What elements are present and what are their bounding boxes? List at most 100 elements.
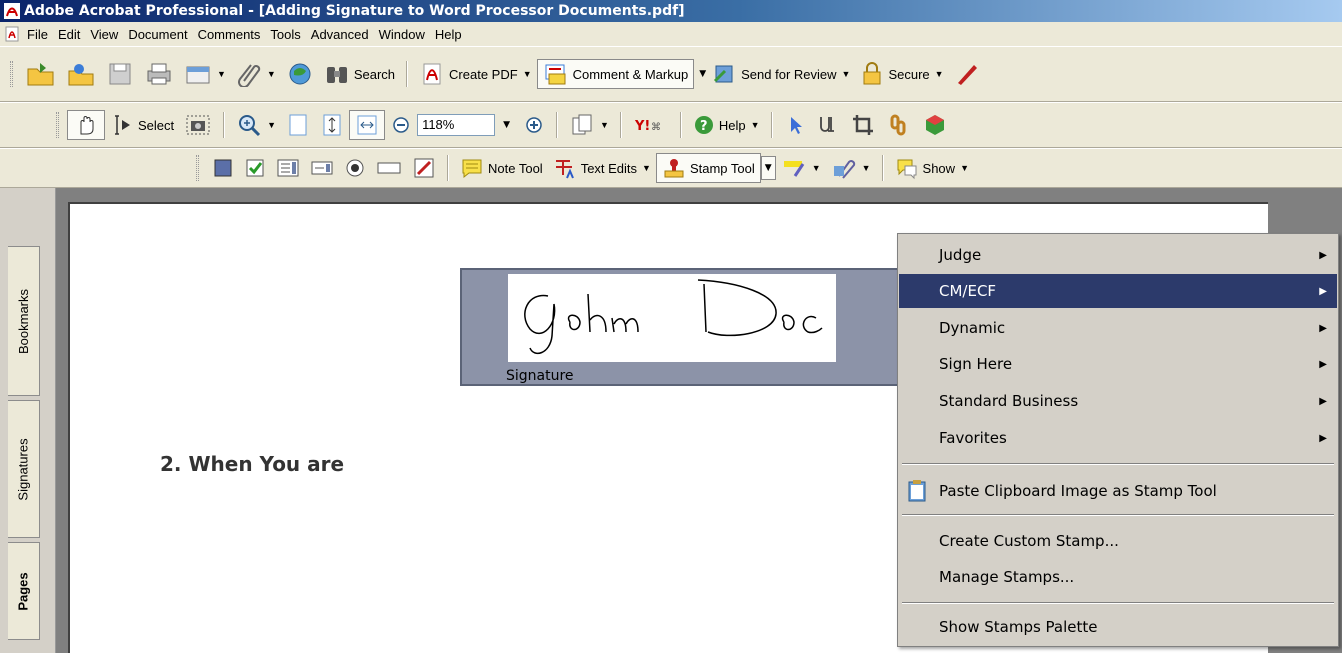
save-disk-icon	[109, 63, 131, 85]
pdf-document-icon[interactable]	[4, 26, 20, 42]
chevron-down-icon[interactable]: ▼	[812, 163, 821, 173]
menu-file[interactable]: File	[22, 25, 53, 44]
menu-help[interactable]: Help	[430, 25, 467, 44]
chevron-down-icon[interactable]: ▼	[217, 69, 226, 79]
note-tool-label: Note Tool	[488, 160, 543, 176]
menu-edit[interactable]: Edit	[53, 25, 85, 44]
link-tool-button[interactable]	[881, 110, 917, 140]
binoculars-icon	[326, 67, 347, 83]
attach-file-tool-button[interactable]: ▼	[826, 153, 876, 183]
touchup-tool-button[interactable]	[811, 110, 845, 140]
checkbox-field-tool[interactable]	[239, 153, 271, 183]
chevron-down-icon[interactable]: ▼	[751, 120, 760, 130]
menu-item-standard-business[interactable]: Standard Business ▶	[899, 384, 1337, 418]
menu-window[interactable]: Window	[374, 25, 430, 44]
search-button[interactable]: Search	[319, 59, 400, 89]
organizer-icon	[68, 64, 94, 86]
chevron-down-icon[interactable]: ▼	[960, 163, 969, 173]
open-folder-icon	[27, 63, 54, 86]
tab-bookmarks[interactable]: Bookmarks	[8, 246, 40, 396]
actual-size-button[interactable]	[281, 110, 315, 140]
chevron-down-icon[interactable]: ▼	[267, 69, 276, 79]
button-field-tool[interactable]	[207, 153, 239, 183]
email-organizer-button[interactable]: ▼	[179, 59, 231, 89]
radio-field-tool[interactable]	[339, 153, 371, 183]
object-tool-button[interactable]	[917, 110, 953, 140]
note-tool-button[interactable]: Note Tool	[455, 153, 548, 183]
submenu-arrow-icon: ▶	[1319, 249, 1327, 261]
sign-button[interactable]	[949, 59, 985, 89]
chevron-down-icon[interactable]: ▼	[699, 69, 706, 79]
menu-item-favorites[interactable]: Favorites ▶	[899, 421, 1337, 455]
menu-item-cmecf[interactable]: CM/ECF ▶	[899, 274, 1337, 308]
chevron-down-icon[interactable]: ▼	[600, 120, 609, 130]
listbox-field-tool[interactable]	[305, 153, 339, 183]
select-tool-button[interactable]: Select	[105, 110, 179, 140]
signature-image	[508, 274, 836, 362]
fit-width-button[interactable]	[349, 110, 386, 140]
save-button[interactable]	[101, 59, 139, 89]
plus-circle-icon	[526, 117, 542, 133]
menu-item-manage-stamps[interactable]: Manage Stamps...	[899, 560, 1337, 594]
secure-button[interactable]: Secure ▼	[855, 59, 948, 89]
toolbar-grip[interactable]	[10, 61, 13, 87]
stamp-dropdown-icon[interactable]: ▼	[760, 156, 776, 180]
create-pdf-label: Create PDF	[449, 66, 518, 82]
comment-markup-button[interactable]: Comment & Markup	[536, 59, 695, 89]
chevron-down-icon[interactable]: ▼	[862, 163, 871, 173]
zoom-dropdown-icon[interactable]: ▼	[503, 120, 510, 130]
menu-view[interactable]: View	[85, 25, 123, 44]
snapshot-button[interactable]	[179, 110, 217, 140]
combobox-field-tool[interactable]	[271, 153, 305, 183]
menu-tools[interactable]: Tools	[265, 25, 305, 44]
chevron-down-icon[interactable]: ▼	[642, 163, 651, 173]
menu-comments[interactable]: Comments	[193, 25, 266, 44]
text-edits-button[interactable]: Text Edits ▼	[548, 153, 656, 183]
hand-tool-button[interactable]	[67, 110, 105, 140]
camera-icon	[186, 115, 210, 135]
highlight-tool-button[interactable]: ▼	[776, 153, 826, 183]
menu-item-paste-clipboard[interactable]: Paste Clipboard Image as Stamp Tool	[899, 474, 1337, 508]
print-button[interactable]	[139, 59, 179, 89]
crop-tool-button[interactable]	[845, 110, 881, 140]
stamp-preview[interactable]: Signature	[459, 267, 901, 387]
menu-document[interactable]: Document	[123, 25, 192, 44]
organizer-button[interactable]	[61, 59, 101, 89]
create-pdf-icon	[423, 63, 441, 85]
printer-icon	[147, 63, 171, 85]
chevron-down-icon[interactable]: ▼	[935, 69, 944, 79]
toolbar-grip[interactable]	[196, 155, 199, 181]
zoom-in-tool-button[interactable]: ▼	[231, 110, 281, 140]
yahoo-button[interactable]: Y! ⌘	[628, 110, 674, 140]
tab-pages[interactable]: Pages	[8, 542, 40, 640]
zoom-input[interactable]: 118%	[417, 114, 496, 136]
open-button[interactable]	[21, 59, 61, 89]
zoom-in-button[interactable]	[518, 110, 550, 140]
chevron-down-icon[interactable]: ▼	[842, 69, 851, 79]
help-button[interactable]: ? Help ▼	[688, 110, 765, 140]
zoom-out-button[interactable]	[385, 110, 417, 140]
create-pdf-button[interactable]: Create PDF ▼	[414, 59, 537, 89]
send-for-review-button[interactable]: Send for Review ▼	[706, 59, 855, 89]
arrow-tool-button[interactable]	[779, 110, 811, 140]
page-layout-button[interactable]: ▼	[564, 110, 614, 140]
signature-field-tool[interactable]	[407, 153, 441, 183]
web-button[interactable]	[281, 59, 319, 89]
menu-item-sign-here[interactable]: Sign Here ▶	[899, 347, 1337, 381]
menu-separator	[902, 463, 1334, 465]
menu-item-paste-clipboard-label: Paste Clipboard Image as Stamp Tool	[939, 482, 1217, 500]
menu-item-judge[interactable]: Judge ▶	[899, 238, 1337, 272]
fit-page-button[interactable]	[315, 110, 349, 140]
attach-button[interactable]: ▼	[231, 59, 281, 89]
show-button[interactable]: Show ▼	[890, 153, 974, 183]
tab-signatures[interactable]: Signatures	[8, 400, 40, 538]
stamp-tool-button[interactable]: Stamp Tool	[655, 153, 761, 183]
text-field-tool[interactable]	[371, 153, 407, 183]
toolbar-grip[interactable]	[56, 112, 59, 138]
menu-advanced[interactable]: Advanced	[306, 25, 374, 44]
menu-item-show-stamps-palette[interactable]: Show Stamps Palette	[899, 610, 1337, 644]
chevron-down-icon[interactable]: ▼	[267, 120, 276, 130]
menu-item-create-custom-stamp[interactable]: Create Custom Stamp...	[899, 524, 1337, 558]
chevron-down-icon[interactable]: ▼	[523, 69, 532, 79]
menu-item-dynamic[interactable]: Dynamic ▶	[899, 311, 1337, 345]
